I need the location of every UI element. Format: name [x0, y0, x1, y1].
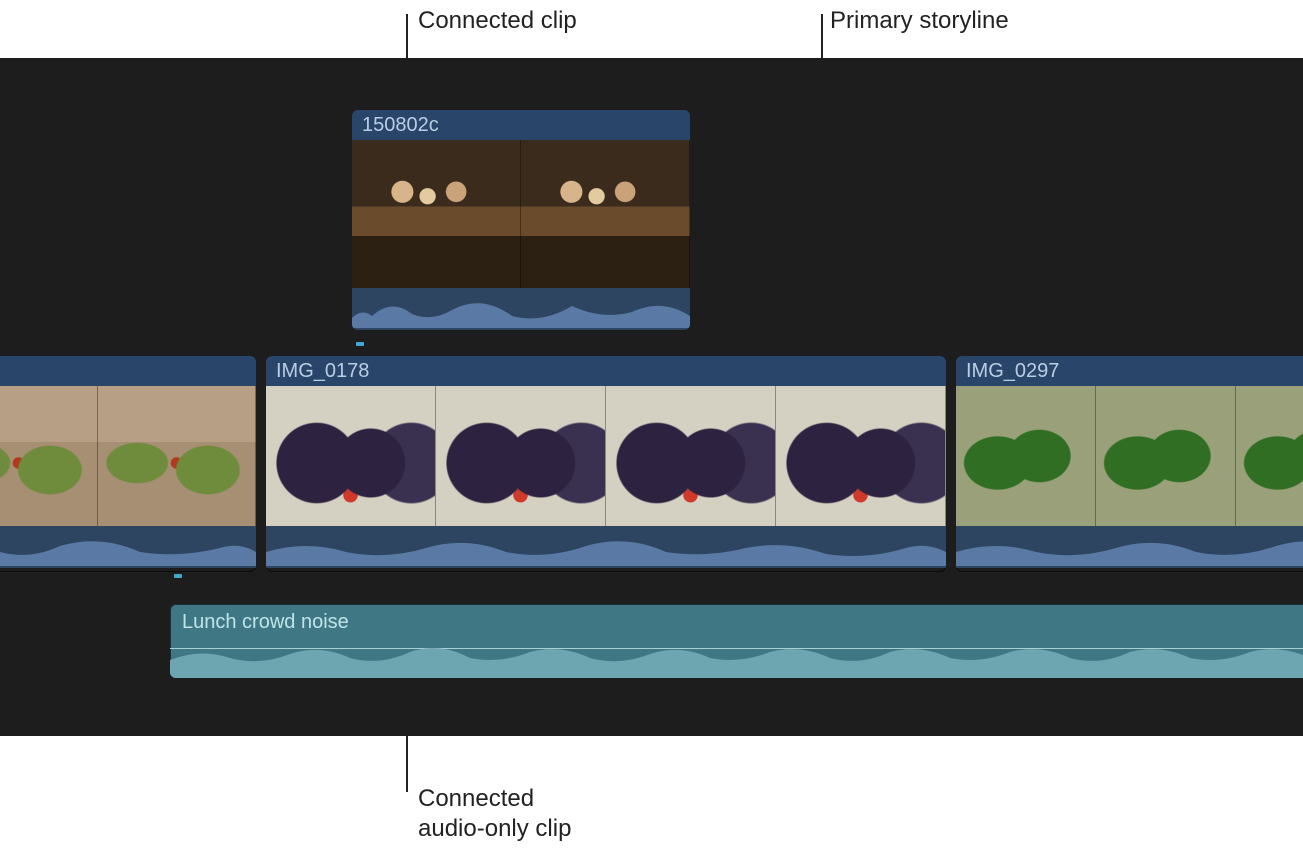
clip-title: IMG_0178 [266, 356, 946, 386]
annotation-primary-storyline-label: Primary storyline [830, 6, 1009, 36]
primary-storyline-clip[interactable]: IMG_0297 [956, 356, 1303, 572]
clip-title: IMG_0297 [956, 356, 1303, 386]
clip-thumbnail [776, 386, 946, 526]
clip-title: Lunch crowd noise [170, 604, 1303, 640]
annotation-connected-clip-label: Connected clip [418, 6, 577, 36]
clip-thumbnail [1236, 386, 1303, 526]
clip-thumbnail [352, 140, 521, 288]
connection-stub-icon [174, 574, 182, 578]
primary-storyline-clip[interactable]: IMG_0178 [266, 356, 946, 572]
clip-thumbnail [436, 386, 606, 526]
clip-filmstrip [956, 386, 1303, 526]
clip-audio-waveform [0, 526, 256, 568]
clip-thumbnail [1096, 386, 1236, 526]
clip-thumbnail [521, 140, 690, 288]
clip-audio-waveform [352, 288, 690, 330]
primary-storyline-clip[interactable] [0, 356, 256, 572]
clip-thumbnail [606, 386, 776, 526]
clip-filmstrip [266, 386, 946, 526]
clip-thumbnail [266, 386, 436, 526]
clip-title [0, 356, 256, 386]
clip-audio-waveform [266, 526, 946, 568]
clip-thumbnail [98, 386, 256, 526]
clip-thumbnail [0, 386, 98, 526]
clip-title: 150802c [352, 110, 690, 140]
clip-thumbnail [956, 386, 1096, 526]
clip-audio-waveform [956, 526, 1303, 568]
connected-video-clip[interactable]: 150802c [352, 110, 690, 330]
clip-filmstrip [352, 140, 690, 288]
connection-stub-icon [356, 342, 364, 346]
timeline-area[interactable]: 150802c [0, 58, 1303, 736]
clip-audio-waveform [170, 640, 1303, 678]
annotation-connected-audio-only-clip-label: Connected audio-only clip [418, 784, 571, 844]
clip-filmstrip [0, 386, 256, 526]
connected-audio-only-clip[interactable]: Lunch crowd noise [170, 604, 1303, 678]
